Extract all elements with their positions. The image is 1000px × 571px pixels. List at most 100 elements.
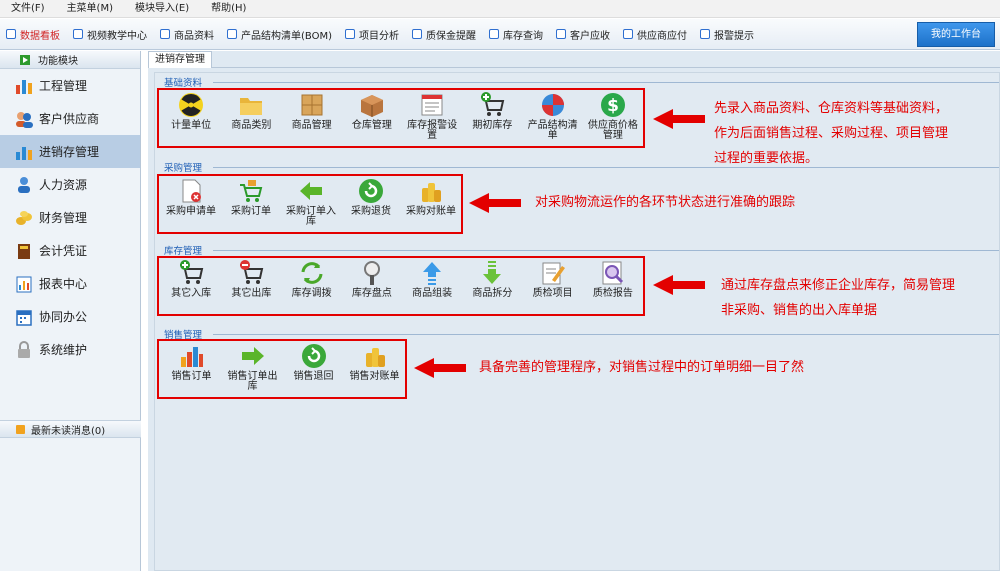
cart-add-icon: [479, 92, 505, 118]
menu-help[interactable]: 帮助(H): [200, 0, 257, 18]
toolbar-project-analysis[interactable]: 项目分析: [345, 27, 399, 42]
toolbar-product-info[interactable]: 商品资料: [160, 27, 214, 42]
bar-chart-icon: [179, 343, 205, 369]
module-unit[interactable]: 计量单位: [161, 90, 221, 131]
module-sales-statement[interactable]: 销售对账单: [344, 341, 405, 382]
pointer-arrow-2: [469, 193, 521, 213]
module-category[interactable]: 商品类别: [221, 90, 281, 131]
cart-icon: [238, 178, 264, 204]
crate-icon: [359, 92, 385, 118]
module-panel: 基础资料 计量单位 商品类别 商品管理 仓库管理 库存报警设置 期初库存 产品结…: [154, 72, 1000, 571]
module-sales-delivery[interactable]: 销售订单出库: [222, 341, 283, 392]
section-divider: [213, 82, 999, 83]
module-other-in[interactable]: 其它入库: [161, 258, 221, 299]
menu-file[interactable]: 文件(F): [0, 0, 56, 18]
refresh-icon: [358, 178, 384, 204]
pointer-arrow-3: [653, 275, 705, 295]
coins-icon: [362, 343, 388, 369]
ball-icon: [540, 92, 566, 118]
toolbar-alerts[interactable]: 报警提示: [700, 27, 754, 42]
note-sales: 具备完善的管理程序，对销售过程中的订单明细一目了然: [479, 360, 805, 375]
module-supplier-price[interactable]: $ 供应商价格管理: [583, 90, 643, 141]
basic-data-group: 计量单位 商品类别 商品管理 仓库管理 库存报警设置 期初库存 产品结构清单 $…: [157, 88, 645, 148]
toolbar-warranty-reminder[interactable]: 质保金提醒: [412, 27, 476, 42]
section-title-stock: 库存管理: [164, 246, 203, 257]
cart-add-icon: [178, 260, 204, 286]
sidebar-item-accounting[interactable]: 会计凭证: [0, 234, 140, 267]
pointer-arrow-4: [414, 358, 466, 378]
toolbar-dashboard[interactable]: 数据看板: [6, 27, 60, 42]
module-stocktake[interactable]: 库存盘点: [342, 258, 402, 299]
checkbox-icon: [227, 29, 237, 39]
sidebar-item-reports[interactable]: 报表中心: [0, 267, 140, 300]
coins-icon: [15, 209, 33, 227]
module-disassembly[interactable]: 商品拆分: [462, 258, 522, 299]
section-divider: [213, 334, 999, 335]
module-stock-alarm[interactable]: 库存报警设置: [402, 90, 462, 141]
sidebar-item-collaboration[interactable]: 协同办公: [0, 300, 140, 333]
sidebar-item-system[interactable]: 系统维护: [0, 333, 140, 366]
checkbox-icon: [345, 29, 355, 39]
checkbox-icon: [73, 29, 83, 39]
module-purchase-receipt[interactable]: 采购订单入库: [281, 176, 341, 227]
sales-group: 销售订单 销售订单出库 销售退回 销售对账单: [157, 339, 407, 399]
sidebar-item-finance[interactable]: 财务管理: [0, 201, 140, 234]
sidebar-header: 功能模块: [0, 51, 140, 69]
main-area: 进销存管理 基础资料 计量单位 商品类别 商品管理 仓库管理 库存报警设置 期初…: [148, 51, 1000, 571]
menu-main[interactable]: 主菜单(M): [56, 0, 124, 18]
stock-group: 其它入库 其它出库 库存调拨 库存盘点 商品组装 商品拆分 质检项目 质检报告: [157, 256, 645, 316]
sidebar-item-engineering[interactable]: 工程管理: [0, 69, 140, 102]
toolbar-receivables[interactable]: 客户应收: [556, 27, 610, 42]
speaker-icon: [16, 424, 25, 434]
module-other-out[interactable]: 其它出库: [221, 258, 281, 299]
module-purchase-statement[interactable]: 采购对账单: [401, 176, 461, 217]
my-workbench-button[interactable]: 我的工作台: [917, 22, 995, 47]
coins-icon: [418, 178, 444, 204]
tab-strip: 进销存管理: [148, 51, 1000, 68]
sidebar-item-hr[interactable]: 人力资源: [0, 168, 140, 201]
checkbox-icon: [412, 29, 422, 39]
module-opening-stock[interactable]: 期初库存: [462, 90, 522, 131]
edit-icon: [540, 260, 566, 286]
module-sales-return[interactable]: 销售退回: [283, 341, 344, 382]
tab-inventory-management[interactable]: 进销存管理: [148, 51, 212, 68]
unread-messages-bar[interactable]: 最新未读消息(0): [0, 420, 141, 438]
svg-text:$: $: [607, 96, 619, 116]
module-transfer[interactable]: 库存调拨: [282, 258, 342, 299]
note-basic: 先录入商品资料、仓库资料等基础资料， 作为后面销售过程、采购过程、项目管理 过程…: [714, 101, 949, 166]
section-divider: [213, 167, 999, 168]
module-warehouse[interactable]: 仓库管理: [342, 90, 402, 131]
cart-remove-icon: [238, 260, 264, 286]
sidebar-item-customers-suppliers[interactable]: 客户供应商: [0, 102, 140, 135]
checkbox-icon: [623, 29, 633, 39]
toolbar: 数据看板 视频教学中心 商品资料 产品结构清单(BOM) 项目分析 质保金提醒 …: [0, 19, 1000, 50]
module-assembly[interactable]: 商品组装: [402, 258, 462, 299]
arrow-up-icon: [419, 260, 445, 286]
module-purchase-return[interactable]: 采购退货: [341, 176, 401, 217]
toolbar-payables[interactable]: 供应商应付: [623, 27, 687, 42]
module-product[interactable]: 商品管理: [282, 90, 342, 131]
toolbar-bom[interactable]: 产品结构清单(BOM): [227, 27, 332, 42]
sidebar: 功能模块 工程管理 客户供应商 进销存管理 人力资源 财务管理 会计凭证 报表中…: [0, 51, 141, 571]
module-qc-item[interactable]: 质检项目: [523, 258, 583, 299]
menu-module-import[interactable]: 模块导入(E): [124, 0, 200, 18]
lock-icon: [15, 340, 33, 359]
module-bom[interactable]: 产品结构清单: [523, 90, 583, 141]
dollar-icon: $: [600, 92, 626, 118]
toolbar-inventory-query[interactable]: 库存查询: [489, 27, 543, 42]
toolbar-video-center[interactable]: 视频教学中心: [73, 27, 147, 42]
checkbox-icon: [160, 29, 170, 39]
note-stock: 通过库存盘点来修正企业库存，简易管理 非采购、销售的出入库单据: [721, 278, 956, 318]
module-purchase-order[interactable]: 采购订单: [221, 176, 281, 217]
sidebar-item-inventory[interactable]: 进销存管理: [0, 135, 140, 168]
section-divider: [213, 250, 999, 251]
note-purchase: 对采购物流运作的各环节状态进行准确的跟踪: [535, 195, 796, 210]
module-purchase-request[interactable]: 采购申请单: [161, 176, 221, 217]
bar-chart-icon: [15, 77, 33, 95]
box-icon: [299, 92, 325, 118]
module-sales-order[interactable]: 销售订单: [161, 341, 222, 382]
module-qc-report[interactable]: 质检报告: [583, 258, 643, 299]
calendar-icon: [15, 308, 33, 326]
arrow-left-icon: [298, 178, 324, 204]
checkbox-icon: [700, 29, 710, 39]
